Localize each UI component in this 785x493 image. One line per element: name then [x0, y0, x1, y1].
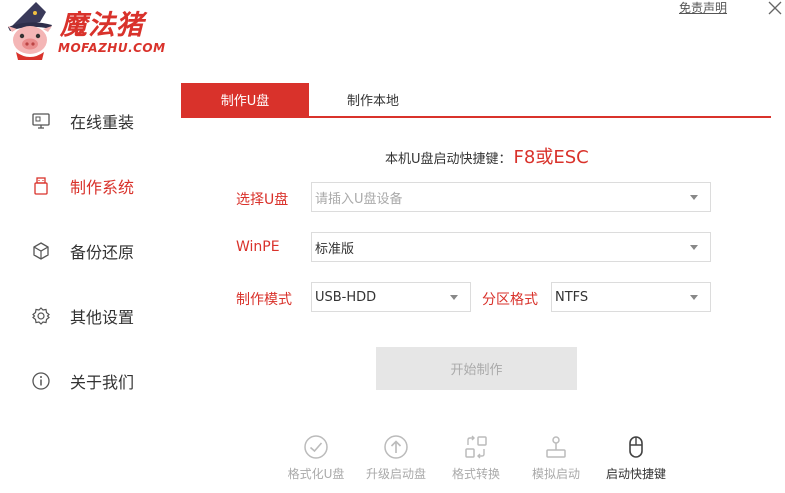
disclaimer-link[interactable]: 免责声明 — [679, 0, 727, 16]
mouse-icon — [621, 432, 651, 462]
usb-drive-icon — [30, 175, 52, 197]
tool-label: 启动快捷键 — [605, 467, 666, 481]
sidebar-item-backup-restore[interactable]: 备份还原 — [30, 236, 134, 266]
hotkey-info: 本机U盘启动快捷键： F8或ESC — [385, 143, 589, 169]
joystick-icon — [541, 432, 571, 462]
close-button[interactable] — [766, 0, 784, 16]
logo-title: 魔法猪 — [60, 10, 144, 41]
sidebar-item-about-us[interactable]: 关于我们 — [30, 366, 134, 396]
partition-select[interactable]: NTFS — [551, 282, 711, 312]
tool-boot-hotkey[interactable]: 启动快捷键 — [596, 432, 676, 482]
chevron-down-icon — [690, 195, 698, 200]
partition-label: 分区格式 — [482, 292, 538, 308]
tool-label: 模拟启动 — [531, 467, 580, 481]
convert-icon — [461, 432, 491, 462]
check-circle-icon — [301, 432, 331, 462]
upload-circle-icon — [381, 432, 411, 462]
tab-bar: 制作U盘 制作本地 — [181, 83, 771, 118]
winpe-label: WinPE — [236, 239, 280, 255]
start-make-button[interactable]: 开始制作 — [376, 347, 577, 390]
tool-format-convert[interactable]: 格式转换 — [436, 432, 516, 482]
gear-icon — [30, 305, 52, 327]
sidebar-item-online-reinstall[interactable]: 在线重装 — [30, 106, 134, 136]
mode-value: USB-HDD — [315, 289, 377, 305]
hotkey-label: 本机U盘启动快捷键： — [385, 152, 512, 167]
tab-make-local[interactable]: 制作本地 — [309, 83, 437, 116]
mode-select[interactable]: USB-HDD — [311, 282, 471, 312]
sidebar-item-label: 其他设置 — [70, 308, 135, 327]
chevron-down-icon — [690, 245, 698, 250]
partition-value: NTFS — [555, 289, 589, 305]
winpe-select[interactable]: 标准版 — [311, 232, 711, 262]
tool-label: 格式转换 — [451, 467, 500, 481]
tool-label: 升级启动盘 — [365, 467, 426, 481]
chevron-down-icon — [690, 295, 698, 300]
usb-device-select[interactable]: 请插入U盘设备 — [311, 182, 711, 212]
sidebar-item-label: 备份还原 — [70, 243, 135, 262]
close-icon — [768, 1, 782, 15]
sidebar-item-label: 在线重装 — [70, 113, 135, 132]
sidebar-item-label: 关于我们 — [70, 373, 135, 392]
chevron-down-icon — [450, 295, 458, 300]
sidebar-item-label: 制作系统 — [70, 178, 135, 197]
monitor-icon — [30, 110, 52, 132]
mode-label: 制作模式 — [236, 292, 292, 308]
app-logo: 魔法猪 MOFAZHU.COM — [6, 0, 176, 64]
usb-device-placeholder: 请插入U盘设备 — [315, 191, 403, 207]
sidebar-item-other-settings[interactable]: 其他设置 — [30, 301, 134, 331]
cube-icon — [30, 240, 52, 262]
tool-label: 格式化U盘 — [287, 467, 345, 481]
sidebar-item-make-system[interactable]: 制作系统 — [30, 171, 134, 201]
tool-upgrade-boot-disk[interactable]: 升级启动盘 — [356, 432, 436, 482]
tool-format-usb[interactable]: 格式化U盘 — [276, 432, 356, 482]
info-icon — [30, 370, 52, 392]
pig-mascot-icon — [8, 2, 52, 60]
winpe-value: 标准版 — [315, 241, 355, 257]
usb-select-label: 选择U盘 — [236, 192, 289, 208]
logo-subtitle: MOFAZHU.COM — [58, 41, 166, 55]
tab-make-usb[interactable]: 制作U盘 — [181, 83, 309, 116]
hotkey-value: F8或ESC — [513, 147, 589, 168]
tool-simulate-boot[interactable]: 模拟启动 — [516, 432, 596, 482]
